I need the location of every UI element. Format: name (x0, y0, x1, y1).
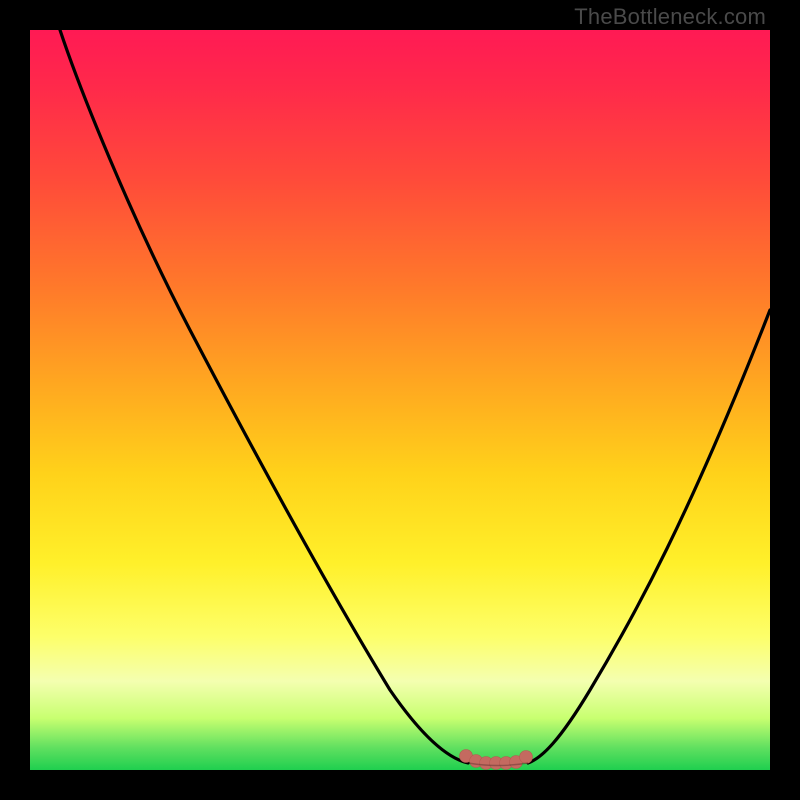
valley-marker (460, 750, 533, 770)
chart-svg (30, 30, 770, 770)
chart-frame: TheBottleneck.com (0, 0, 800, 800)
watermark-text: TheBottleneck.com (574, 4, 766, 30)
curve-left-path (60, 30, 468, 763)
curve-right-path (528, 310, 770, 763)
